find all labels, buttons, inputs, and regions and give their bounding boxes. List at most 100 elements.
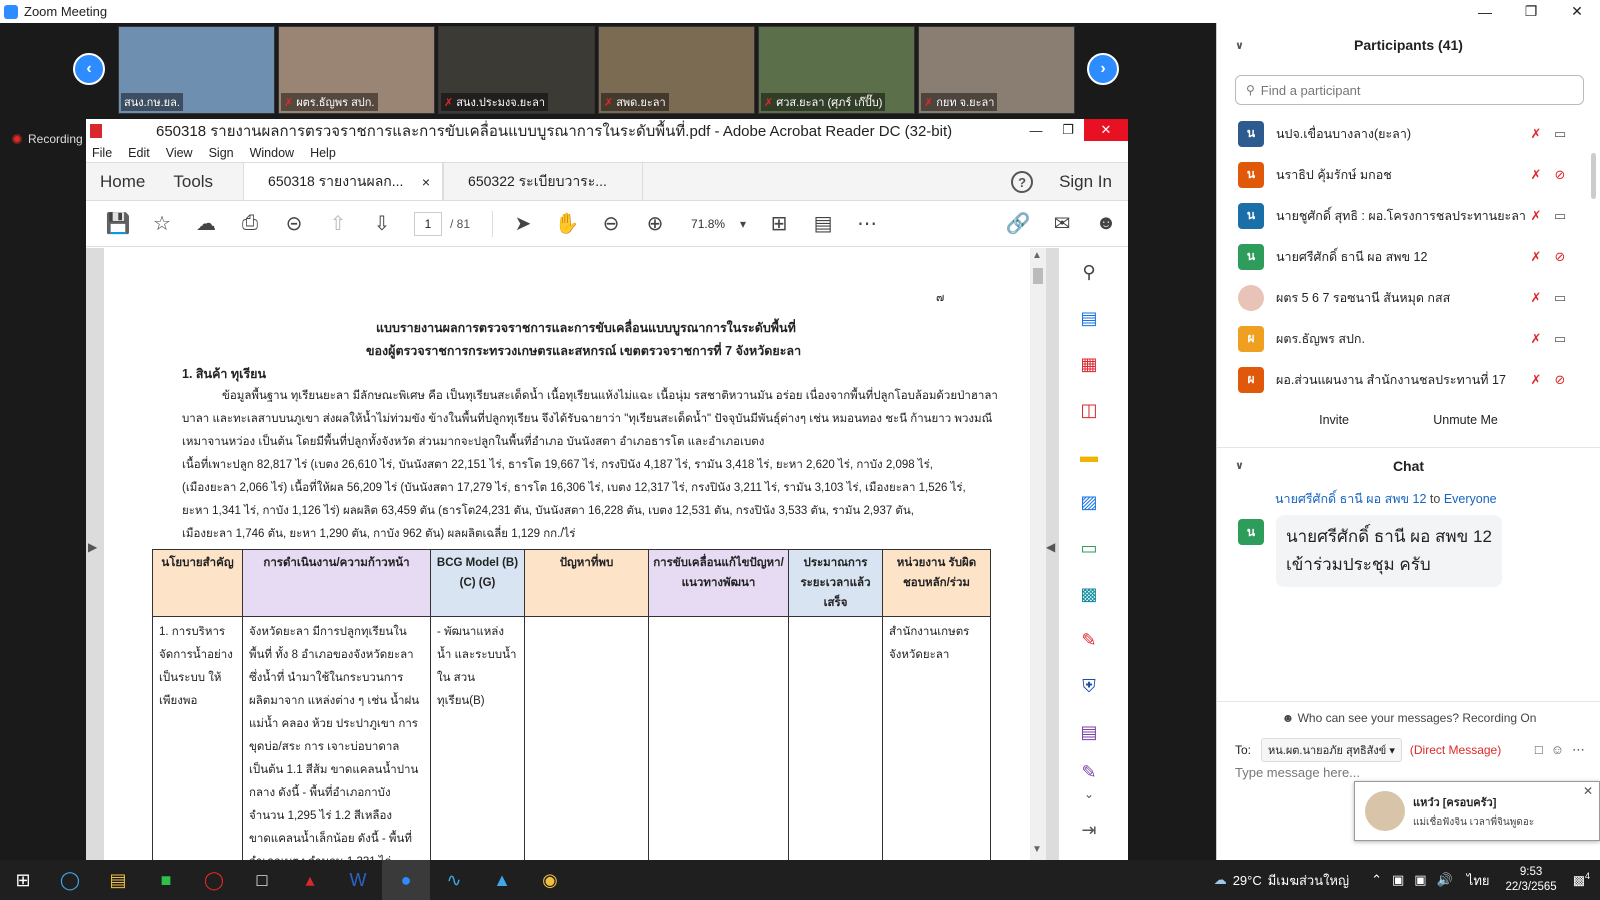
save-icon[interactable]: 💾 bbox=[96, 201, 140, 247]
line-notification[interactable]: แหว๋ว [ครอบครัว] แม่เชื่อฟังจิน เวลาพี่จ… bbox=[1354, 781, 1600, 841]
windows-start-icon[interactable]: ⊞ bbox=[0, 860, 46, 900]
help-icon[interactable]: ? bbox=[1011, 171, 1034, 193]
language-indicator[interactable]: ไทย bbox=[1467, 870, 1490, 891]
participants-header[interactable]: ∨ Participants (41) bbox=[1217, 23, 1600, 67]
menu-edit[interactable]: Edit bbox=[128, 146, 150, 160]
menu-help[interactable]: Help bbox=[310, 146, 336, 160]
acrobat-close-icon[interactable]: ✕ bbox=[1084, 119, 1128, 141]
participant-row[interactable]: ผ ผอ.ส่วนแผนงาน สำนักงานชลประทานที่ 17 ✗ ⊘ bbox=[1217, 359, 1600, 400]
zoom-out-icon[interactable]: ⊖ bbox=[589, 201, 633, 247]
collapse-chat-icon[interactable]: ∨ bbox=[1235, 459, 1244, 472]
chrome-browser-icon[interactable]: ◉ bbox=[526, 860, 574, 900]
acrobat-minimize-icon[interactable]: — bbox=[1020, 119, 1052, 141]
recording-indicator[interactable]: Recording bbox=[12, 132, 83, 146]
tab-tools[interactable]: Tools bbox=[159, 163, 243, 200]
network-icon[interactable]: ▣ bbox=[1414, 872, 1426, 888]
participant-scrollbar[interactable] bbox=[1591, 153, 1596, 199]
unmute-me-button[interactable]: Unmute Me bbox=[1423, 409, 1508, 431]
participant-row[interactable]: ผ ผตร.ธัญพร สปก. ✗ ▭ bbox=[1217, 318, 1600, 359]
tab-document-1[interactable]: 650318 รายงานผลก... × bbox=[243, 163, 444, 200]
invite-button[interactable]: Invite bbox=[1309, 409, 1359, 431]
left-panel-toggle-icon[interactable]: ▶ bbox=[88, 540, 97, 554]
protect-shield-icon[interactable]: ⛨ bbox=[1075, 672, 1103, 700]
participant-search-input[interactable]: ⚲ Find a participant bbox=[1235, 75, 1584, 105]
next-page-arrow-icon[interactable]: › bbox=[1087, 53, 1119, 85]
monitor-app-icon[interactable]: ∿ bbox=[430, 860, 478, 900]
tab-document-2[interactable]: 650322 ระเบียบวาระ... bbox=[443, 163, 644, 200]
menu-window[interactable]: Window bbox=[250, 146, 294, 160]
file-explorer-icon[interactable]: ▤ bbox=[94, 860, 142, 900]
emoji-icon[interactable]: ☺ bbox=[1551, 742, 1564, 758]
search-zoom-icon[interactable]: ⚲ bbox=[1075, 258, 1103, 286]
tab-home[interactable]: Home bbox=[86, 163, 159, 200]
document-scrollbar[interactable]: ▲ ▼ bbox=[1030, 248, 1046, 860]
chat-message-input[interactable]: Type message here... bbox=[1235, 765, 1360, 780]
fill-sign-icon[interactable]: ✎ bbox=[1075, 626, 1103, 654]
more-icon[interactable]: ⋯ bbox=[1572, 742, 1585, 758]
participant-row[interactable]: น นายชูศักดิ์ สุทธิ : ผอ.โครงการชลประทานย… bbox=[1217, 195, 1600, 236]
collapse-participants-icon[interactable]: ∨ bbox=[1235, 39, 1244, 52]
edge-browser-icon[interactable]: ◯ bbox=[46, 860, 94, 900]
file-icon[interactable]: □ bbox=[1535, 742, 1543, 758]
zoom-dropdown-chevron-icon[interactable]: ▾ bbox=[729, 201, 757, 247]
menu-file[interactable]: File bbox=[92, 146, 112, 160]
upload-cloud-icon[interactable]: ☁ bbox=[184, 201, 228, 247]
print-icon[interactable]: ⎙ bbox=[228, 201, 272, 247]
organize-pages-icon[interactable]: ▦ bbox=[1075, 350, 1103, 378]
participant-row[interactable]: ผตร 5 6 7 รอซนานี สันหมุด กสส ✗ ▭ bbox=[1217, 277, 1600, 318]
participant-row[interactable]: น นปจ.เขื่อนบางลาง(ยะลา) ✗ ▭ bbox=[1217, 113, 1600, 154]
email-icon[interactable]: ✉ bbox=[1040, 201, 1084, 247]
zoom-in-icon[interactable]: ⊕ bbox=[633, 201, 677, 247]
weather-temp[interactable]: 29°C bbox=[1233, 873, 1262, 888]
opera-browser-icon[interactable]: ◯ bbox=[190, 860, 238, 900]
expand-tools-chevron-icon[interactable]: ⌄ bbox=[1075, 780, 1103, 808]
fit-page-icon[interactable]: ⊞ bbox=[757, 201, 801, 247]
combine-files-icon[interactable]: ▨ bbox=[1075, 488, 1103, 516]
select-cursor-icon[interactable]: ➤ bbox=[501, 201, 545, 247]
sign-in-button[interactable]: Sign In bbox=[1059, 172, 1112, 192]
acrobat-restore-icon[interactable]: ❐ bbox=[1052, 119, 1084, 141]
video-tile[interactable]: ✗ กยท จ.ยะลา bbox=[918, 26, 1075, 114]
edit-pdf-icon[interactable]: ▤ bbox=[1075, 718, 1103, 746]
tray-chevron-icon[interactable]: ⌃ bbox=[1371, 872, 1382, 888]
scroll-up-icon[interactable]: ▲ bbox=[1032, 250, 1042, 261]
minimize-icon[interactable]: — bbox=[1462, 0, 1508, 23]
notification-close-icon[interactable]: ✕ bbox=[1583, 784, 1593, 798]
prev-page-arrow-icon[interactable]: ‹ bbox=[73, 53, 105, 85]
export-pdf-icon[interactable]: ◫ bbox=[1075, 396, 1103, 424]
acrobat-taskbar-icon[interactable]: ▴ bbox=[286, 860, 334, 900]
scroll-thumb[interactable] bbox=[1033, 268, 1043, 284]
who-can-see-link[interactable]: ☻ Who can see your messages? Recording O… bbox=[1217, 701, 1600, 725]
recipient-select[interactable]: หน.ผต.นายอภัย สุทธิสังข์ ▾ bbox=[1261, 738, 1402, 762]
video-tile[interactable]: ✗ ศวส.ยะลา (ศุภร์ เก๊ปั๊บ) bbox=[758, 26, 915, 114]
zoom-out-search-icon[interactable]: ⊝ bbox=[272, 201, 316, 247]
tab-close-icon[interactable]: × bbox=[422, 174, 430, 190]
notifications-icon[interactable]: ▩4 bbox=[1573, 871, 1590, 888]
chat-header[interactable]: ∨ Chat bbox=[1217, 447, 1600, 483]
notepad-icon[interactable]: □ bbox=[238, 860, 286, 900]
page-down-icon[interactable]: ⇩ bbox=[360, 201, 404, 247]
page-up-icon[interactable]: ⇧ bbox=[316, 201, 360, 247]
hand-tool-icon[interactable]: ✋ bbox=[545, 201, 589, 247]
line-app-icon[interactable]: ■ bbox=[142, 860, 190, 900]
scan-ocr-icon[interactable]: ▩ bbox=[1075, 580, 1103, 608]
word-icon[interactable]: W bbox=[334, 860, 382, 900]
weather-text[interactable]: มีเมฆส่วนใหญ่ bbox=[1268, 870, 1349, 891]
compress-pdf-icon[interactable]: ▭ bbox=[1075, 534, 1103, 562]
right-panel-toggle-icon[interactable]: ◀ bbox=[1046, 540, 1055, 554]
add-user-icon[interactable]: ☻ bbox=[1084, 201, 1128, 247]
share-link-icon[interactable]: 🔗 bbox=[996, 201, 1040, 247]
scroll-mode-icon[interactable]: ▤ bbox=[801, 201, 845, 247]
video-tile[interactable]: สนง.กษ.ยล. bbox=[118, 26, 275, 114]
collapse-pane-icon[interactable]: ⇥ bbox=[1075, 816, 1103, 844]
scroll-down-icon[interactable]: ▼ bbox=[1032, 844, 1042, 855]
clock[interactable]: 9:53 22/3/2565 bbox=[1506, 865, 1557, 895]
close-icon[interactable]: ✕ bbox=[1554, 0, 1600, 23]
participant-row[interactable]: น นายศรีศักดิ์ ธานี ผอ สพข 12 ✗ ⊘ bbox=[1217, 236, 1600, 277]
bookmark-star-icon[interactable]: ☆ bbox=[140, 201, 184, 247]
video-tile[interactable]: ✗ ผตร.ธัญพร สปก. bbox=[278, 26, 435, 114]
zoom-level[interactable]: 71.8% bbox=[691, 217, 725, 231]
video-tile[interactable]: ✗ สนง.ประมงจ.ยะลา bbox=[438, 26, 595, 114]
zoom-taskbar-icon[interactable]: ● bbox=[382, 860, 430, 900]
menu-sign[interactable]: Sign bbox=[209, 146, 234, 160]
